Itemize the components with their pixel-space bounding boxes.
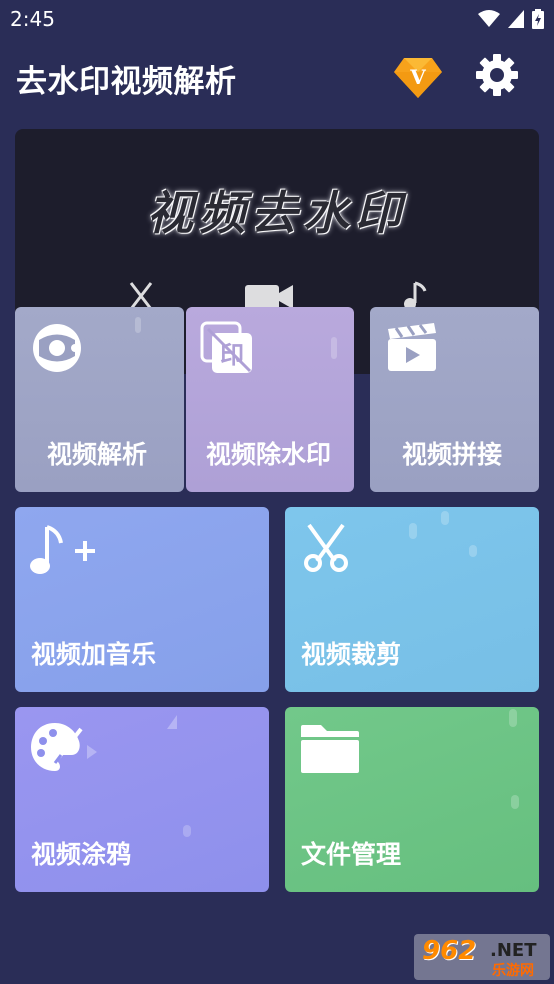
tile-video-doodle[interactable]: 视频涂鸦 (15, 707, 269, 892)
music-add-icon (30, 525, 95, 574)
app-header: 去水印视频解析 V (0, 42, 554, 108)
tile-label: 视频裁剪 (301, 640, 402, 669)
video-clip-icon (388, 323, 436, 371)
scissors-icon (304, 523, 348, 572)
status-bar: 2:45 (0, 0, 554, 38)
status-time: 2:45 (10, 7, 55, 31)
tile-file-manage[interactable]: 文件管理 (285, 707, 539, 892)
watermark-net: .NET (490, 940, 537, 961)
remove-watermark-icon: 印 (200, 321, 252, 373)
settings-button[interactable] (474, 52, 520, 98)
tile-label: 视频拼接 (402, 440, 503, 469)
tile-label: 文件管理 (301, 840, 402, 869)
tile-video-crop[interactable]: 视频裁剪 (285, 507, 539, 692)
watermark-site: 乐游网 (492, 963, 534, 979)
watermark-number: 962 (422, 936, 477, 966)
status-icons (478, 9, 544, 29)
banner-title: 视频去水印 (147, 186, 407, 240)
video-parse-icon (33, 324, 81, 372)
vip-letter: V (409, 65, 426, 89)
gear-icon (476, 54, 518, 96)
battery-icon (532, 9, 544, 29)
tile-add-music[interactable]: 视频加音乐 (15, 507, 269, 692)
signal-icon (508, 10, 524, 28)
watermark-logo: 962 .NET 乐游网 (414, 934, 550, 980)
tile-video-parse[interactable]: 视频解析 (15, 307, 184, 492)
tile-label: 视频除水印 (206, 440, 332, 469)
tile-label: 视频加音乐 (31, 640, 157, 669)
tile-video-join[interactable]: 视频拼接 (370, 307, 539, 492)
app-title: 去水印视频解析 (16, 64, 237, 100)
vip-badge[interactable]: V (394, 52, 442, 100)
diamond-icon: V (394, 58, 442, 98)
wifi-icon (478, 10, 500, 27)
folder-icon (301, 725, 359, 773)
palette-icon (31, 723, 83, 771)
tile-remove-watermark[interactable]: 印 视频除水印 (186, 307, 354, 492)
tile-label: 视频涂鸦 (31, 840, 132, 869)
tile-label: 视频解析 (47, 440, 148, 469)
